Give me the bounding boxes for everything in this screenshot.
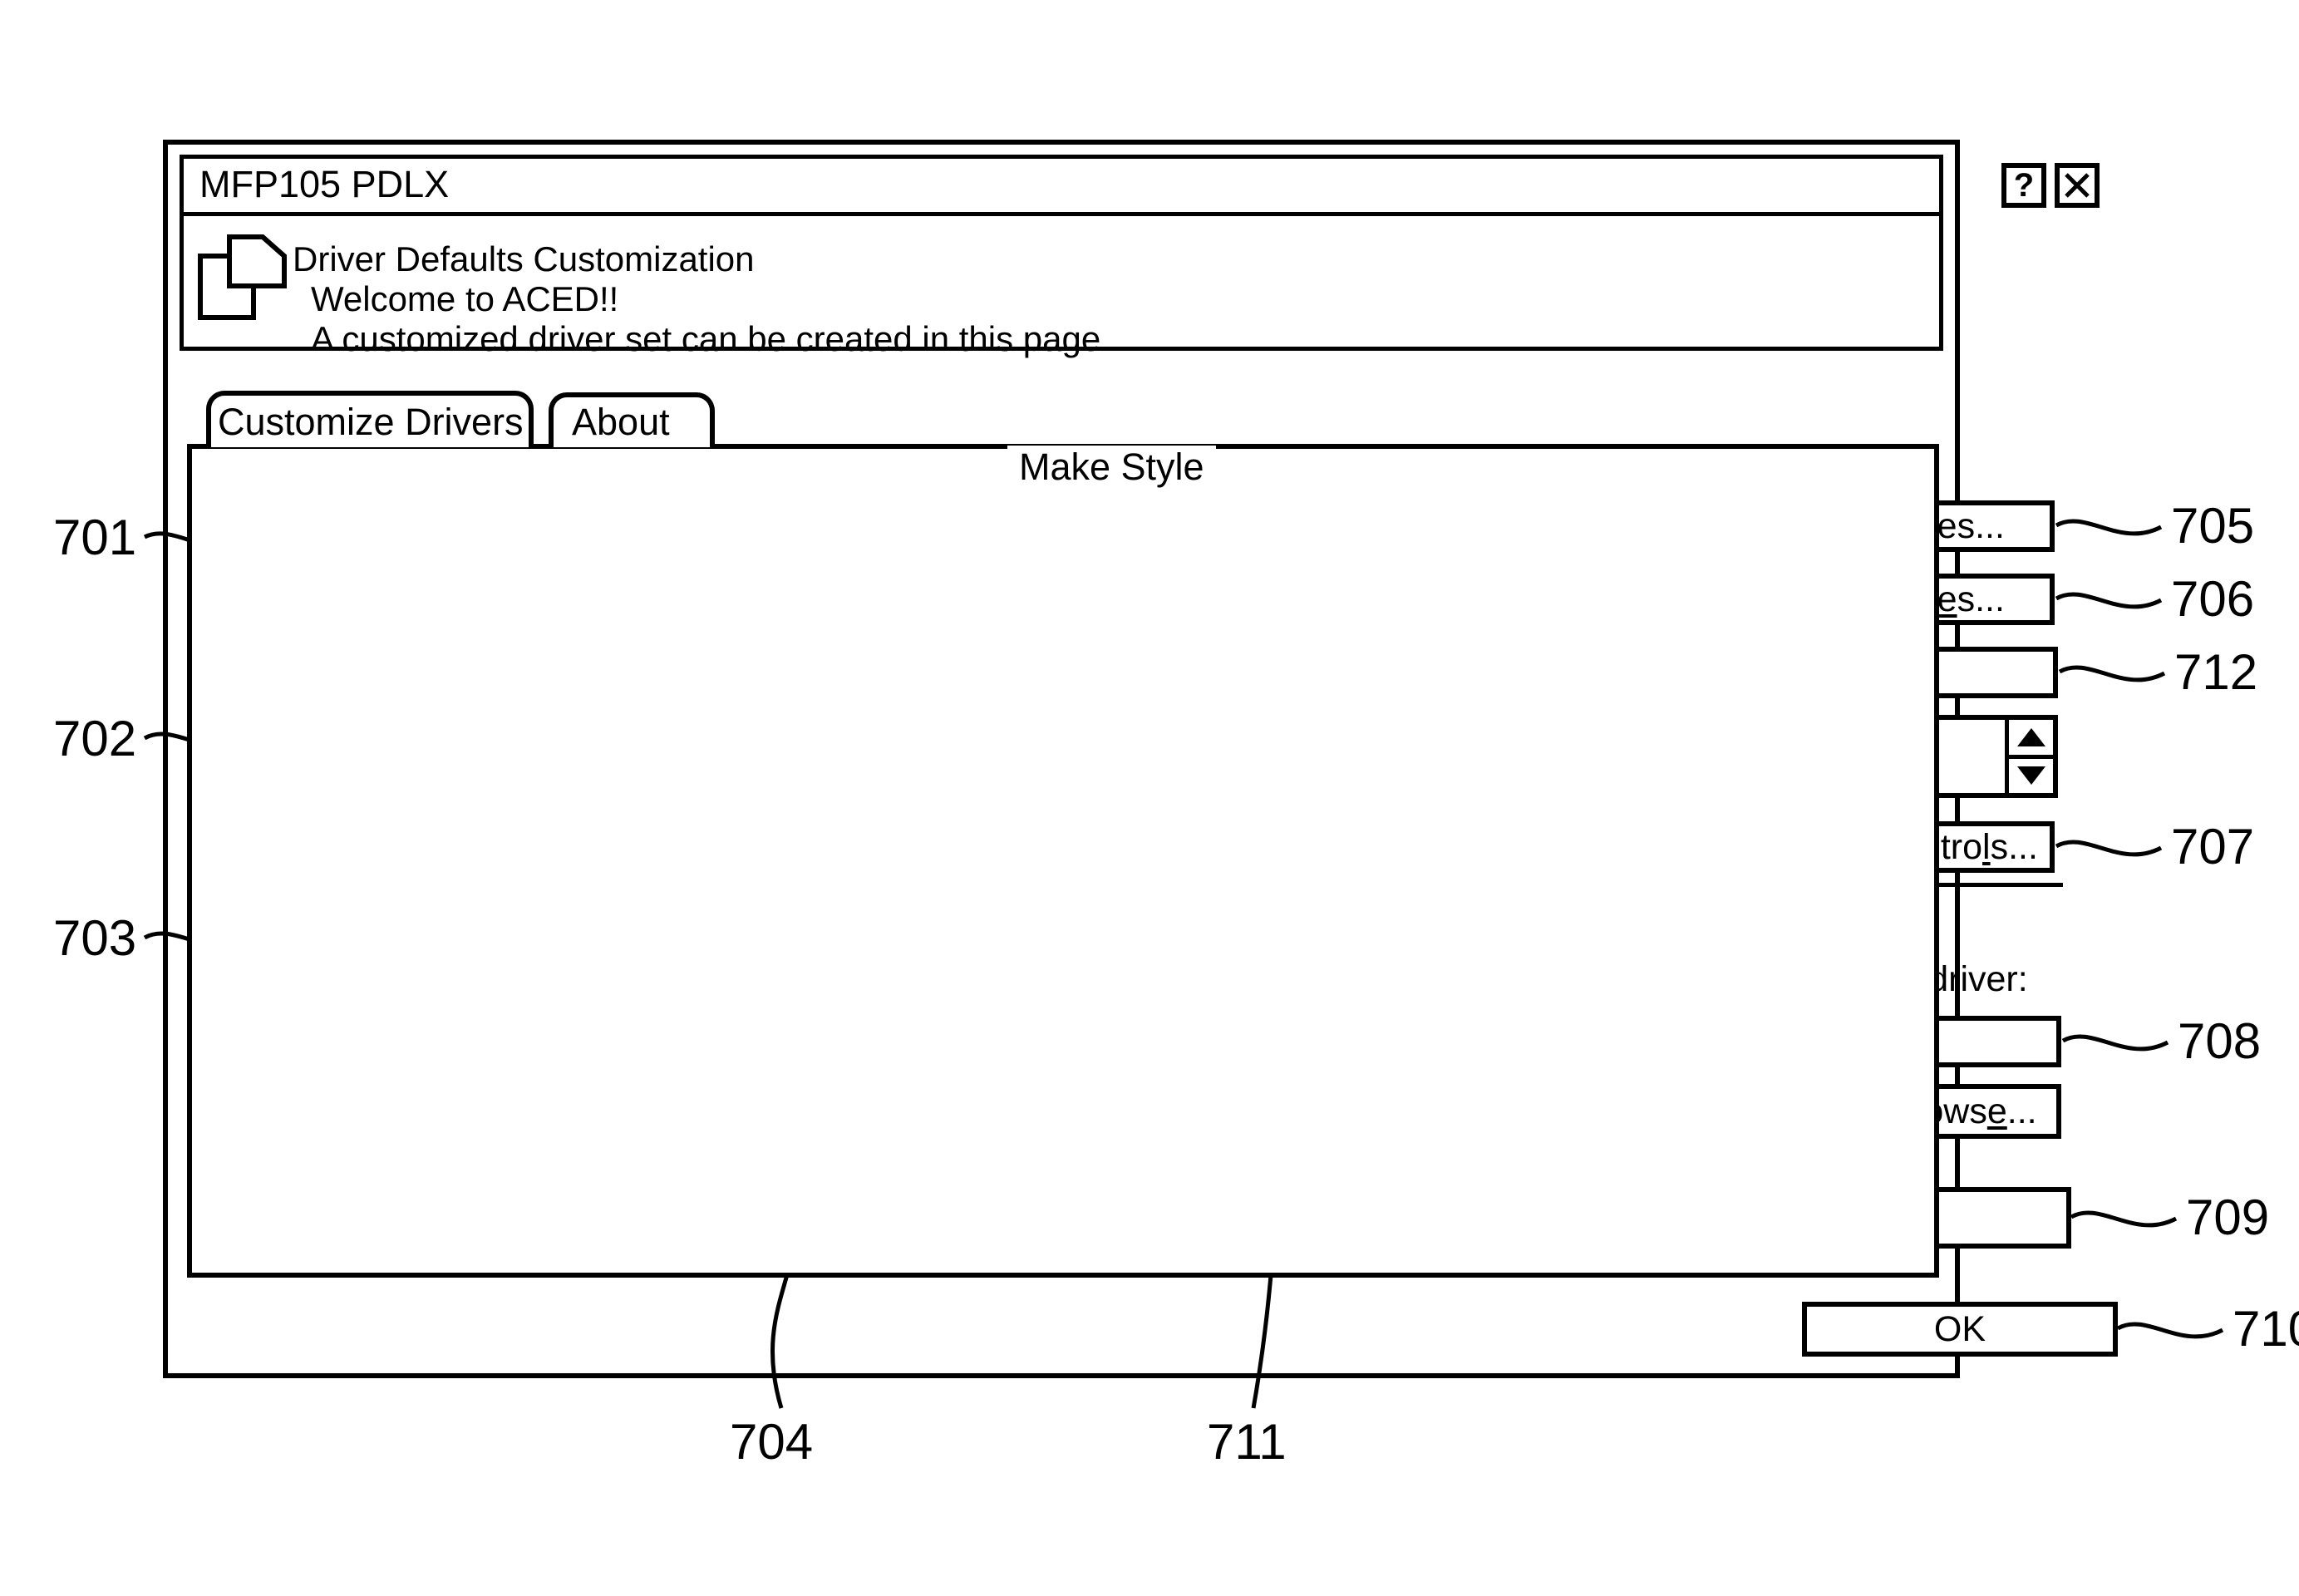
scroll-down-icon[interactable] <box>2009 759 2053 794</box>
ref-709: 709 <box>2186 1190 2270 1245</box>
banner-line-2: Welcome to ACED!! <box>311 279 619 318</box>
close-icon[interactable] <box>2055 163 2100 208</box>
tab-page-panel <box>187 444 1939 1278</box>
ref-710: 710 <box>2233 1301 2299 1357</box>
ref-712: 712 <box>2174 644 2258 700</box>
ref-708: 708 <box>2178 1013 2262 1069</box>
ref-701: 701 <box>53 510 137 565</box>
ref-702: 702 <box>53 711 137 766</box>
tab-customize-drivers-label: Customize Drivers <box>218 401 524 443</box>
banner-line-3: A customized driver set can be created i… <box>311 319 1110 358</box>
comment-scrollbar[interactable] <box>2005 720 2053 793</box>
ref-705: 705 <box>2171 498 2255 554</box>
ref-706: 706 <box>2171 571 2255 627</box>
window-title: MFP105 PDLX <box>199 163 450 205</box>
ref-703: 703 <box>53 910 137 966</box>
close-x-glyph <box>2065 173 2090 198</box>
ok-button[interactable]: OK <box>1802 1302 2118 1357</box>
help-icon[interactable]: ? <box>2001 163 2046 208</box>
document-pages-icon <box>198 234 289 321</box>
ref-707: 707 <box>2171 819 2255 874</box>
ref-711: 711 <box>1207 1414 1287 1470</box>
banner-line-1: Driver Defaults Customization <box>293 239 755 278</box>
make-style-group-title: Make Style <box>1007 446 1216 489</box>
scroll-up-icon[interactable] <box>2009 720 2053 759</box>
tab-about-label: About <box>572 401 670 443</box>
ref-704: 704 <box>730 1414 814 1470</box>
